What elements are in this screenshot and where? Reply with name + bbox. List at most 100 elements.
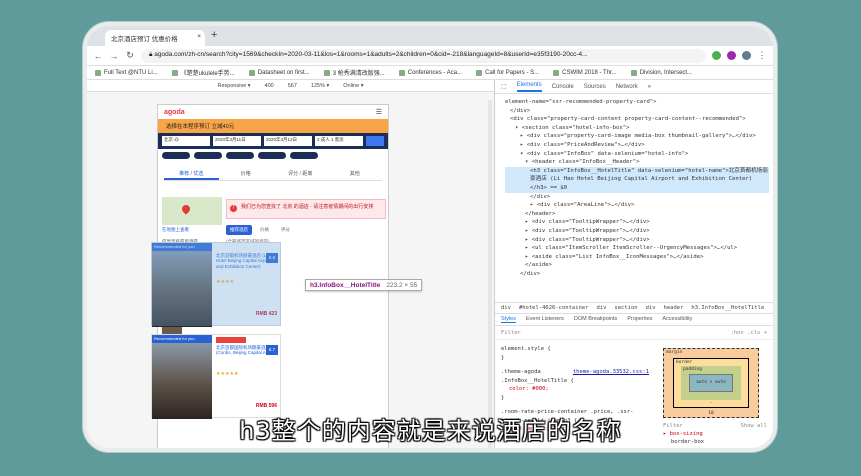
- style-source-link[interactable]: theme-agoda.33532.css:1: [573, 368, 649, 377]
- hov-cls-buttons[interactable]: :hov .cls +: [731, 330, 767, 336]
- dom-node[interactable]: </aside>: [505, 261, 769, 270]
- dom-node[interactable]: </div>: [505, 107, 769, 116]
- subtab-accessibility[interactable]: Accessibility: [662, 316, 692, 323]
- browser-viewport: Responsive ▾ 400 567 125% ▾ Online ▾ ago…: [87, 80, 773, 448]
- filter-chip[interactable]: [226, 151, 254, 159]
- inspect-icon[interactable]: ⬚: [501, 83, 507, 90]
- reload-icon[interactable]: ↻: [125, 50, 135, 61]
- breadcrumb-item[interactable]: div: [501, 305, 511, 311]
- network-throttle-select[interactable]: Online ▾: [343, 83, 363, 89]
- dom-node[interactable]: </div>: [505, 270, 769, 279]
- bookmark-item[interactable]: Conferences - Aca...: [398, 69, 462, 76]
- address-bar-row: ← → ↻ 🔒︎ agoda.com/zh-cn/search?city=156…: [87, 46, 773, 66]
- dom-node[interactable]: ▸ <div class="AreaLine">…</div>: [505, 201, 769, 210]
- checkin-input[interactable]: 2020年3月11日: [213, 136, 261, 146]
- tab-elements[interactable]: Elements: [516, 82, 542, 92]
- filter-chip[interactable]: [162, 151, 190, 159]
- result-tab[interactable]: 价格: [256, 225, 273, 235]
- subtab-styles[interactable]: Styles: [501, 316, 516, 323]
- bookmark-item[interactable]: Full Text @NTU Li...: [95, 69, 158, 76]
- style-declaration[interactable]: color: #000;: [501, 385, 649, 394]
- destination-input[interactable]: 北京 @: [162, 136, 210, 146]
- breadcrumb-item[interactable]: h3.InfoBox__HotelTitle: [691, 305, 764, 311]
- style-rule[interactable]: theme-agoda.33532.css:1 .theme-agoda .Inf…: [501, 368, 649, 402]
- more-tabs-button[interactable]: »: [648, 84, 651, 90]
- dom-node[interactable]: <div class="property-card-content proper…: [505, 115, 769, 124]
- dom-node[interactable]: ▸ <aside class="List InfoBox__IconMessag…: [505, 253, 769, 262]
- dom-node[interactable]: ▸ <div class="property-card-image media-…: [505, 132, 769, 141]
- dom-node[interactable]: ▸ <div class="TooltipWrapper">…</div>: [505, 227, 769, 236]
- sort-tab-other[interactable]: 其他: [328, 167, 383, 180]
- bookmark-item[interactable]: Division, Intersect...: [630, 69, 692, 76]
- extension-icon[interactable]: [727, 51, 736, 60]
- dom-node[interactable]: ▾ <div class="InfoBox" data-selenium="ho…: [505, 150, 769, 159]
- sort-tab-recommended[interactable]: 推荐 / 优选: [164, 167, 219, 180]
- breadcrumb-item[interactable]: header: [664, 305, 684, 311]
- tab-close-icon[interactable]: ×: [197, 33, 201, 40]
- filter-chip[interactable]: [258, 151, 286, 159]
- device-width-input[interactable]: 400: [265, 83, 274, 89]
- filter-chips: [158, 149, 388, 161]
- result-tab[interactable]: 推荐酒店: [226, 225, 252, 235]
- sort-tab-price[interactable]: 价格: [219, 167, 274, 180]
- style-close: }: [501, 394, 505, 401]
- browser-tab-active[interactable]: 北京酒店预订 优惠价格 ×: [105, 30, 205, 46]
- emulation-scrollbar[interactable]: [488, 100, 492, 448]
- styles-filter-input[interactable]: Filter: [501, 330, 521, 336]
- sort-tabs: 推荐 / 优选 价格 评分 / 距离 其他: [164, 167, 382, 181]
- checkout-input[interactable]: 2020年3月12日: [264, 136, 312, 146]
- tab-sources[interactable]: Sources: [584, 84, 606, 90]
- hamburger-menu-icon[interactable]: ☰: [376, 108, 382, 116]
- bookmark-item[interactable]: CSWIM 2018 - Thr...: [553, 69, 617, 76]
- bookmark-item[interactable]: 3 枪秀满清改版强...: [323, 68, 385, 77]
- style-rule[interactable]: element.style {}: [501, 345, 649, 362]
- bookmark-item[interactable]: Call for Papers - S...: [476, 69, 539, 76]
- profile-avatar-icon[interactable]: [742, 51, 751, 60]
- subtab-dom-breakpoints[interactable]: DOM Breakpoints: [574, 316, 617, 323]
- guests-input[interactable]: 2 成人 1 客房: [315, 136, 363, 146]
- tab-console[interactable]: Console: [552, 84, 574, 90]
- hotel-photo[interactable]: [152, 343, 212, 419]
- tab-network[interactable]: Network: [616, 84, 638, 90]
- dom-node[interactable]: ▸ <div class="PriceAndReview">…</div>: [505, 141, 769, 150]
- subtab-event-listeners[interactable]: Event Listeners: [526, 316, 564, 323]
- breadcrumb-item[interactable]: section: [614, 305, 637, 311]
- dom-node[interactable]: </header>: [505, 210, 769, 219]
- dom-node[interactable]: ▸ <div class="TooltipWrapper">…</div>: [505, 236, 769, 245]
- extension-icon[interactable]: [712, 51, 721, 60]
- device-height-input[interactable]: 567: [288, 83, 297, 89]
- dom-node[interactable]: </div>: [505, 193, 769, 202]
- menu-kebab-icon[interactable]: ⋮: [757, 50, 767, 61]
- box-model-content[interactable]: auto × auto: [689, 374, 733, 392]
- filter-chip[interactable]: [194, 151, 222, 159]
- search-button[interactable]: [366, 136, 384, 146]
- zoom-select[interactable]: 125% ▾: [311, 83, 329, 89]
- bookmark-favicon-icon: [95, 69, 101, 76]
- dom-node[interactable]: ▾ <header class="InfoBox__Header">: [505, 158, 769, 167]
- dom-node[interactable]: ▸ <ul class="ItemScroller ItemScroller--…: [505, 244, 769, 253]
- subtab-properties[interactable]: Properties: [627, 316, 652, 323]
- dom-node-selected[interactable]: <h3 class="InfoBox__HotelTitle" data-sel…: [505, 166, 769, 193]
- result-tab[interactable]: 评分: [277, 225, 294, 235]
- back-icon[interactable]: ←: [93, 51, 103, 61]
- sort-tab-rating[interactable]: 评分 / 距离: [273, 167, 328, 180]
- agoda-logo[interactable]: agoda: [164, 109, 185, 116]
- app-promo-banner[interactable]: 选择在本程序预订 立减40元: [158, 119, 388, 133]
- device-select[interactable]: Responsive ▾: [218, 83, 251, 89]
- view-map-link[interactable]: 在地图上查看: [162, 227, 222, 233]
- breadcrumb-item[interactable]: div: [646, 305, 656, 311]
- bookmark-favicon-icon: [171, 69, 178, 76]
- new-tab-button[interactable]: +: [211, 29, 217, 41]
- url-input[interactable]: 🔒︎ agoda.com/zh-cn/search?city=1569&chec…: [141, 48, 706, 63]
- breadcrumb-item[interactable]: div: [596, 305, 606, 311]
- breadcrumb-item[interactable]: #hotel-4626-container: [519, 305, 589, 311]
- forward-icon[interactable]: →: [109, 51, 119, 61]
- bookmark-item[interactable]: Datasheet on first...: [248, 69, 310, 76]
- dom-node[interactable]: ▾ <section class="hotel-info-box">: [505, 124, 769, 133]
- dom-node[interactable]: element-name="ssr-recommended-property-c…: [505, 98, 769, 107]
- dom-node[interactable]: ▸ <div class="TooltipWrapper">…</div>: [505, 218, 769, 227]
- map-preview[interactable]: [162, 197, 222, 225]
- hotel-card[interactable]: Recommended for you 北京首都国际机场朗豪酒店 (Cordis…: [151, 334, 281, 419]
- bookmark-item[interactable]: 《楚楚ukulele手势...: [171, 68, 235, 77]
- filter-chip[interactable]: [290, 151, 318, 159]
